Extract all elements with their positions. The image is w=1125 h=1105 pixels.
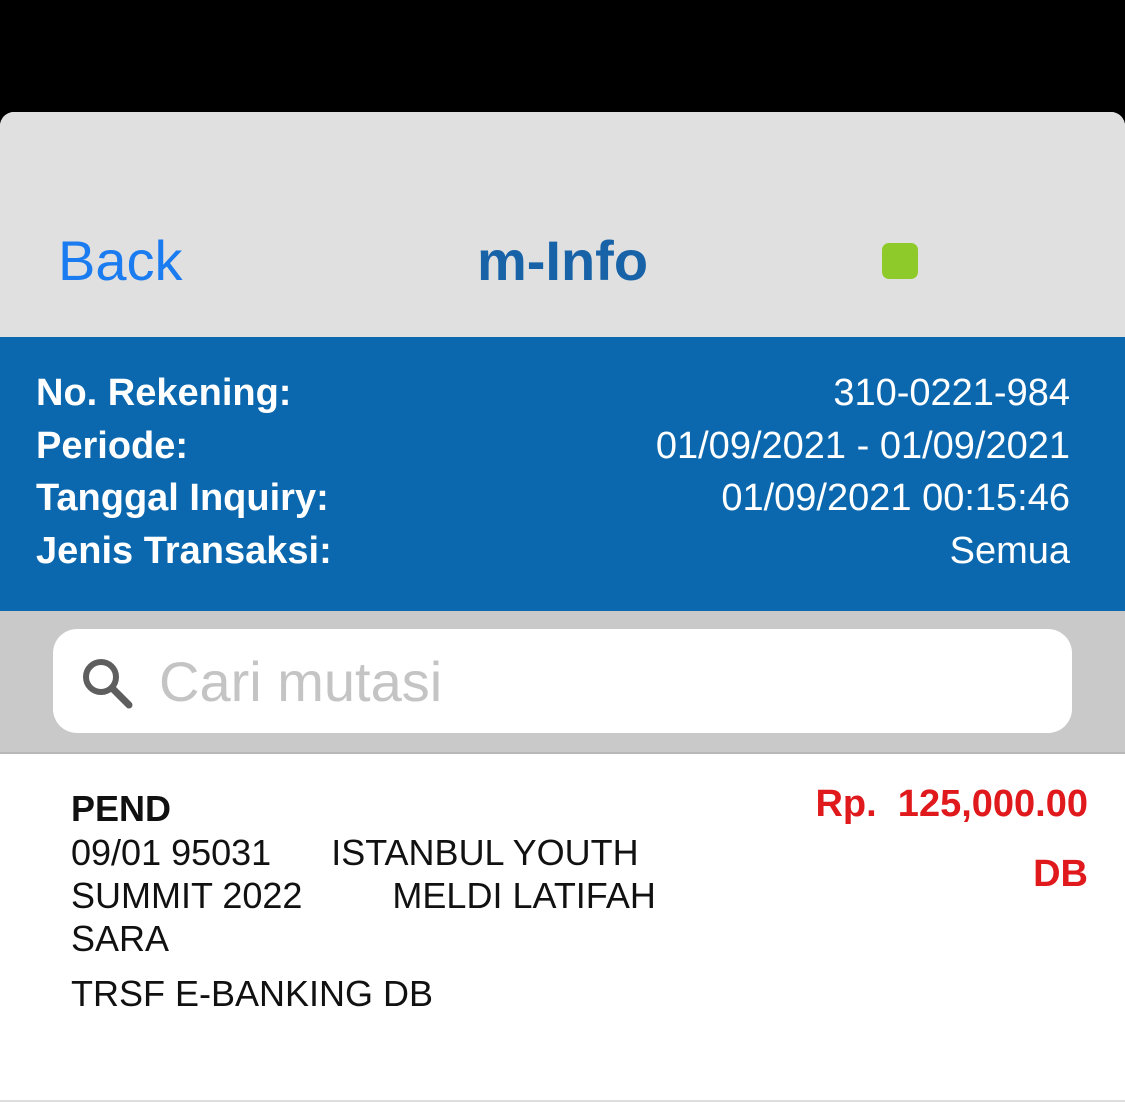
search-icon (83, 659, 133, 709)
inquiry-date-label: Tanggal Inquiry: (36, 477, 329, 519)
transaction-status: PEND (71, 788, 172, 829)
page-title: m-Info (476, 229, 649, 292)
transaction-amount: Rp. 125,000.00 (815, 783, 1088, 825)
account-info-panel: No. Rekening: 310-0221-984 Periode: 01/0… (0, 337, 1125, 611)
transaction-list: PEND 09/01 95031 ISTANBUL YOUTH SUMMIT 2… (0, 754, 1125, 1105)
transaction-debit-credit: DB (1033, 853, 1088, 895)
transaction-type-value: Semua (949, 530, 1070, 572)
transaction-type-label: Jenis Transaksi: (36, 530, 332, 572)
transaction-description: 09/01 95031 ISTANBUL YOUTH SUMMIT 2022 M… (71, 832, 656, 959)
search-field[interactable] (53, 629, 1072, 733)
transaction-row[interactable]: PEND 09/01 95031 ISTANBUL YOUTH SUMMIT 2… (0, 754, 1125, 1102)
account-number-value: 310-0221-984 (833, 372, 1070, 414)
transaction-type-row: Jenis Transaksi: Semua (36, 525, 1070, 577)
inquiry-date-value: 01/09/2021 00:15:46 (721, 477, 1070, 519)
period-value: 01/09/2021 - 01/09/2021 (655, 425, 1070, 467)
account-number-label: No. Rekening: (36, 372, 292, 414)
transaction-code: TRSF E-BANKING DB (71, 973, 434, 1014)
inquiry-date-row: Tanggal Inquiry: 01/09/2021 00:15:46 (36, 472, 1070, 524)
period-row: Periode: 01/09/2021 - 01/09/2021 (36, 420, 1070, 472)
account-number-row: No. Rekening: 310-0221-984 (36, 367, 1070, 419)
status-indicator-icon (882, 243, 918, 279)
app-sheet: Back m-Info No. Rekening: 310-0221-984 P… (0, 112, 1125, 1105)
search-input[interactable] (159, 645, 1039, 717)
search-bar (0, 611, 1125, 754)
navigation-bar: Back m-Info (0, 112, 1125, 337)
period-label: Periode: (36, 425, 189, 467)
